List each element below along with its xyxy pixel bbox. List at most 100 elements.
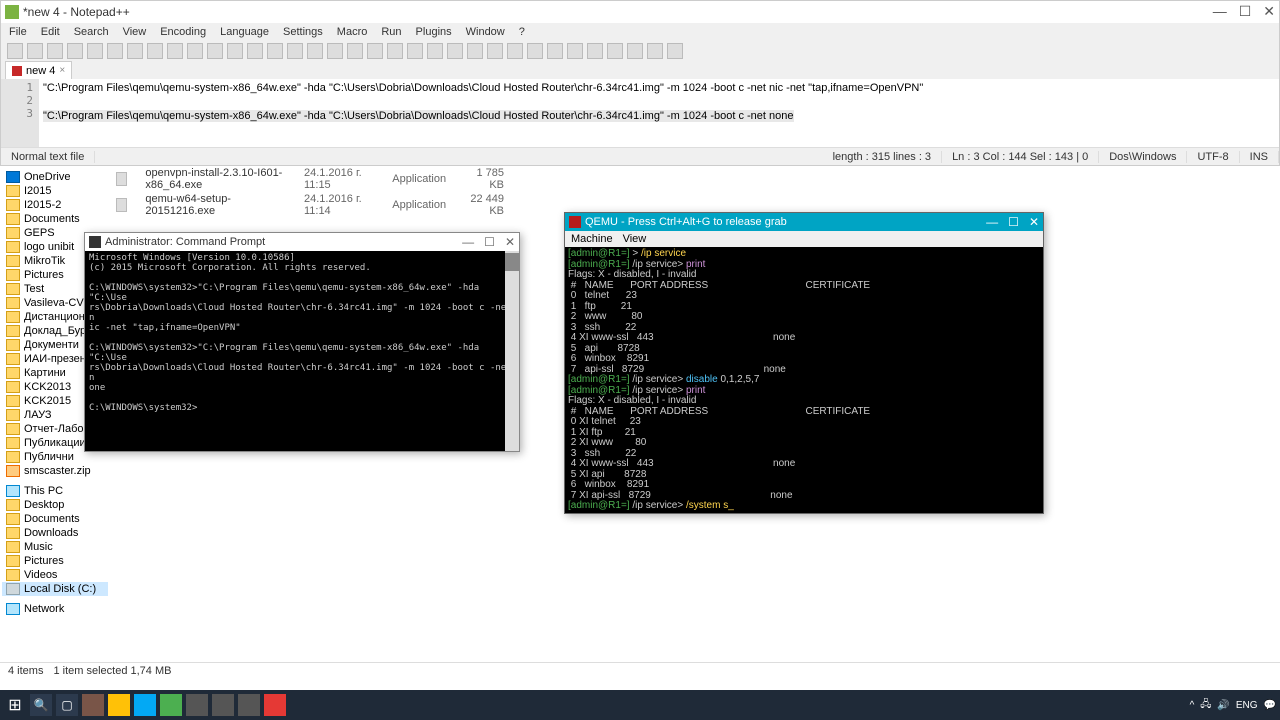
sidebar-item[interactable]: This PC bbox=[2, 484, 108, 498]
taskbar-app[interactable] bbox=[160, 694, 182, 716]
menu-macro[interactable]: Macro bbox=[337, 26, 368, 38]
toolbar-button[interactable] bbox=[267, 43, 283, 59]
toolbar-button[interactable] bbox=[507, 43, 523, 59]
toolbar-button[interactable] bbox=[247, 43, 263, 59]
taskbar-app[interactable] bbox=[82, 694, 104, 716]
toolbar-button[interactable] bbox=[227, 43, 243, 59]
taskbar-app[interactable] bbox=[238, 694, 260, 716]
sidebar-item[interactable]: Documents bbox=[2, 512, 108, 526]
sidebar-item[interactable]: Documents bbox=[2, 212, 108, 226]
system-tray[interactable]: ^ 🖧 🔊 ENG 💬 bbox=[1190, 697, 1276, 714]
sidebar-item[interactable]: Downloads bbox=[2, 526, 108, 540]
menu-window[interactable]: Window bbox=[466, 26, 505, 38]
toolbar-button[interactable] bbox=[587, 43, 603, 59]
sidebar-item[interactable]: Публични bbox=[2, 450, 108, 464]
toolbar-button[interactable] bbox=[607, 43, 623, 59]
tray-notif-icon[interactable]: 💬 bbox=[1264, 700, 1276, 711]
tab-close-icon[interactable]: × bbox=[59, 65, 65, 76]
sidebar-item[interactable]: OneDrive bbox=[2, 170, 108, 184]
file-row[interactable]: openvpn-install-2.3.10-I601-x86_64.exe24… bbox=[110, 166, 510, 192]
toolbar-button[interactable] bbox=[667, 43, 683, 59]
maximize-button[interactable]: ☐ bbox=[484, 235, 495, 249]
sidebar-item[interactable]: smscaster.zip bbox=[2, 464, 108, 478]
toolbar-button[interactable] bbox=[447, 43, 463, 59]
close-button[interactable]: ✕ bbox=[1263, 3, 1275, 20]
menu-language[interactable]: Language bbox=[220, 26, 269, 38]
toolbar-button[interactable] bbox=[107, 43, 123, 59]
menu-run[interactable]: Run bbox=[381, 26, 401, 38]
maximize-button[interactable]: ☐ bbox=[1239, 3, 1252, 20]
taskbar-app[interactable] bbox=[186, 694, 208, 716]
toolbar-button[interactable] bbox=[207, 43, 223, 59]
toolbar-button[interactable] bbox=[627, 43, 643, 59]
toolbar-button[interactable] bbox=[167, 43, 183, 59]
cmd-titlebar[interactable]: Administrator: Command Prompt — ☐ ✕ bbox=[85, 233, 519, 251]
npp-tab[interactable]: new 4 × bbox=[5, 61, 72, 79]
toolbar-button[interactable] bbox=[27, 43, 43, 59]
toolbar-button[interactable] bbox=[427, 43, 443, 59]
tray-network-icon[interactable]: 🖧 bbox=[1200, 697, 1211, 714]
cmd-terminal[interactable]: Microsoft Windows [Version 10.0.10586] (… bbox=[85, 251, 519, 451]
toolbar-button[interactable] bbox=[127, 43, 143, 59]
toolbar-button[interactable] bbox=[467, 43, 483, 59]
sidebar-item[interactable]: I2015-2 bbox=[2, 198, 108, 212]
toolbar-button[interactable] bbox=[67, 43, 83, 59]
qemu-titlebar[interactable]: QEMU - Press Ctrl+Alt+G to release grab … bbox=[565, 213, 1043, 231]
toolbar-button[interactable] bbox=[327, 43, 343, 59]
tray-up-icon[interactable]: ^ bbox=[1190, 700, 1195, 711]
taskbar-app[interactable] bbox=[264, 694, 286, 716]
menu-edit[interactable]: Edit bbox=[41, 26, 60, 38]
toolbar-button[interactable] bbox=[47, 43, 63, 59]
sidebar-item[interactable]: Desktop bbox=[2, 498, 108, 512]
code-area[interactable]: "C:\Program Files\qemu\qemu-system-x86_6… bbox=[39, 79, 1279, 147]
tray-volume-icon[interactable]: 🔊 bbox=[1217, 700, 1229, 711]
toolbar-button[interactable] bbox=[367, 43, 383, 59]
menu-settings[interactable]: Settings bbox=[283, 26, 323, 38]
minimize-button[interactable]: — bbox=[986, 215, 998, 229]
cmd-scrollbar[interactable] bbox=[505, 251, 519, 451]
search-icon[interactable]: 🔍 bbox=[30, 694, 52, 716]
sidebar-item[interactable]: Videos bbox=[2, 568, 108, 582]
sidebar-item[interactable]: Pictures bbox=[2, 554, 108, 568]
menu-machine[interactable]: Machine bbox=[571, 233, 613, 245]
toolbar-button[interactable] bbox=[407, 43, 423, 59]
taskbar-app[interactable] bbox=[212, 694, 234, 716]
maximize-button[interactable]: ☐ bbox=[1008, 215, 1019, 229]
npp-titlebar[interactable]: *new 4 - Notepad++ — ☐ ✕ bbox=[1, 1, 1279, 23]
toolbar-button[interactable] bbox=[387, 43, 403, 59]
menu-view[interactable]: View bbox=[623, 233, 647, 245]
menu-search[interactable]: Search bbox=[74, 26, 109, 38]
toolbar-button[interactable] bbox=[527, 43, 543, 59]
menu-view[interactable]: View bbox=[123, 26, 147, 38]
taskview-icon[interactable]: ▢ bbox=[56, 694, 78, 716]
menu-?[interactable]: ? bbox=[519, 26, 525, 38]
qemu-terminal[interactable]: [admin@R1=] > /ip service[admin@R1=] /ip… bbox=[565, 247, 1043, 513]
minimize-button[interactable]: — bbox=[1213, 3, 1227, 20]
minimize-button[interactable]: — bbox=[462, 235, 474, 249]
toolbar-button[interactable] bbox=[347, 43, 363, 59]
toolbar-button[interactable] bbox=[567, 43, 583, 59]
toolbar-button[interactable] bbox=[307, 43, 323, 59]
close-button[interactable]: ✕ bbox=[505, 235, 515, 249]
close-button[interactable]: ✕ bbox=[1029, 215, 1039, 229]
toolbar-button[interactable] bbox=[187, 43, 203, 59]
toolbar-button[interactable] bbox=[7, 43, 23, 59]
taskbar-app[interactable] bbox=[134, 694, 156, 716]
start-button[interactable]: ⊞ bbox=[4, 694, 26, 716]
sidebar-item[interactable]: Local Disk (C:) bbox=[2, 582, 108, 596]
toolbar-button[interactable] bbox=[547, 43, 563, 59]
tray-lang[interactable]: ENG bbox=[1236, 700, 1258, 711]
sidebar-item[interactable]: Network bbox=[2, 602, 108, 616]
menu-encoding[interactable]: Encoding bbox=[160, 26, 206, 38]
toolbar-button[interactable] bbox=[147, 43, 163, 59]
toolbar-button[interactable] bbox=[87, 43, 103, 59]
toolbar-button[interactable] bbox=[287, 43, 303, 59]
npp-editor[interactable]: 123 "C:\Program Files\qemu\qemu-system-x… bbox=[1, 79, 1279, 147]
taskbar-app[interactable] bbox=[108, 694, 130, 716]
sidebar-item[interactable]: Music bbox=[2, 540, 108, 554]
sidebar-item[interactable]: I2015 bbox=[2, 184, 108, 198]
file-row[interactable]: qemu-w64-setup-20151216.exe24.1.2016 г. … bbox=[110, 192, 510, 218]
menu-plugins[interactable]: Plugins bbox=[416, 26, 452, 38]
menu-file[interactable]: File bbox=[9, 26, 27, 38]
toolbar-button[interactable] bbox=[487, 43, 503, 59]
